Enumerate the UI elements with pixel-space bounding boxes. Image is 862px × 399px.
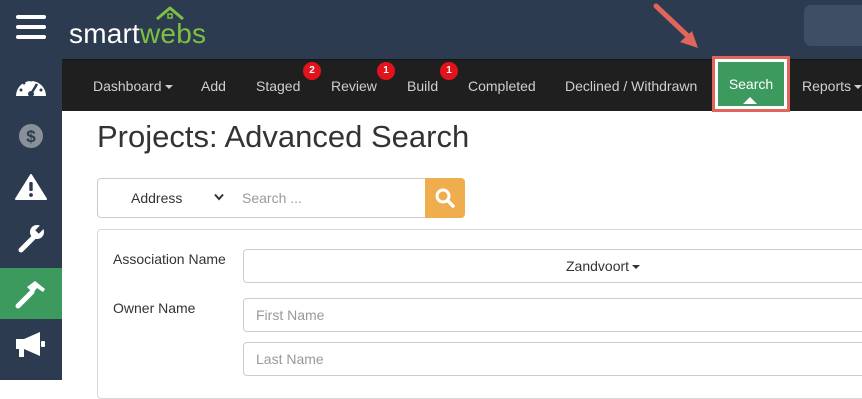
dashboard-gauge-icon (16, 78, 46, 97)
logo-text-webs: webs (140, 18, 207, 49)
nav-review[interactable]: Review (331, 60, 377, 112)
last-name-field[interactable]: Last Name (243, 342, 862, 376)
sidebar-item-tools[interactable] (0, 213, 62, 263)
sidebar: $ (0, 0, 62, 380)
dollar-icon: $ (19, 124, 43, 148)
sidebar-item-alerts[interactable] (0, 162, 62, 212)
user-menu[interactable] (804, 5, 862, 46)
chevron-down-icon (164, 85, 173, 89)
first-name-field[interactable]: First Name (243, 298, 862, 332)
sidebar-item-projects[interactable] (0, 268, 62, 319)
logo-text-smart: smart (69, 18, 140, 49)
build-count-badge: 1 (440, 62, 458, 80)
association-name-label: Association Name (113, 251, 226, 267)
sidebar-item-finance[interactable]: $ (0, 111, 62, 161)
chevron-down-icon (854, 85, 862, 89)
search-button[interactable] (425, 178, 465, 218)
search-type-value: Address (131, 190, 183, 206)
warning-icon (15, 174, 47, 200)
nav-staged-label: Staged (256, 78, 301, 94)
page-title: Projects: Advanced Search (97, 119, 470, 154)
house-roof-icon (156, 6, 184, 21)
annotation-arrow-icon (653, 3, 698, 48)
logo[interactable]: smartwebs (69, 17, 206, 51)
nav-staged[interactable]: Staged (256, 60, 300, 112)
menu-button[interactable] (0, 2, 62, 52)
chevron-down-icon (214, 193, 224, 201)
active-tab-notch (743, 97, 757, 104)
megaphone-icon (16, 332, 45, 357)
svg-text:$: $ (26, 127, 36, 146)
nav-dashboard[interactable]: Dashboard (93, 60, 173, 112)
menu-icon (16, 15, 46, 39)
nav-reports-label: Reports (802, 78, 852, 94)
association-name-dropdown[interactable]: Zandvoort (243, 249, 862, 283)
nav-build[interactable]: Build (407, 60, 438, 112)
nav-search-highlight[interactable]: Search (712, 56, 790, 112)
sidebar-item-dashboard[interactable] (0, 60, 62, 110)
association-name-text: Zandvoort (566, 258, 630, 274)
search-type-select[interactable]: Address (97, 178, 231, 218)
nav-completed[interactable]: Completed (468, 60, 536, 112)
chevron-down-icon (632, 265, 641, 269)
sidebar-item-announcements[interactable] (0, 319, 62, 369)
nav-dashboard-label: Dashboard (93, 78, 162, 94)
owner-name-label: Owner Name (113, 300, 196, 316)
main-navbar: Dashboard Add Staged 2 Review 1 Build 1 … (62, 56, 862, 112)
nav-add[interactable]: Add (201, 60, 226, 112)
nav-build-label: Build (407, 78, 439, 94)
review-count-badge: 1 (377, 62, 395, 80)
nav-reports[interactable]: Reports (802, 60, 862, 112)
search-icon (435, 188, 455, 208)
wrench-icon (18, 223, 46, 253)
nav-declined-withdrawn[interactable]: Declined / Withdrawn (565, 60, 697, 112)
hammer-icon (15, 280, 45, 308)
top-header: smartwebs (62, 0, 862, 59)
search-input[interactable]: Search ... (230, 178, 426, 218)
staged-count-badge: 2 (303, 62, 321, 80)
nav-review-label: Review (331, 78, 377, 94)
association-name-value: Zandvoort (566, 250, 641, 282)
